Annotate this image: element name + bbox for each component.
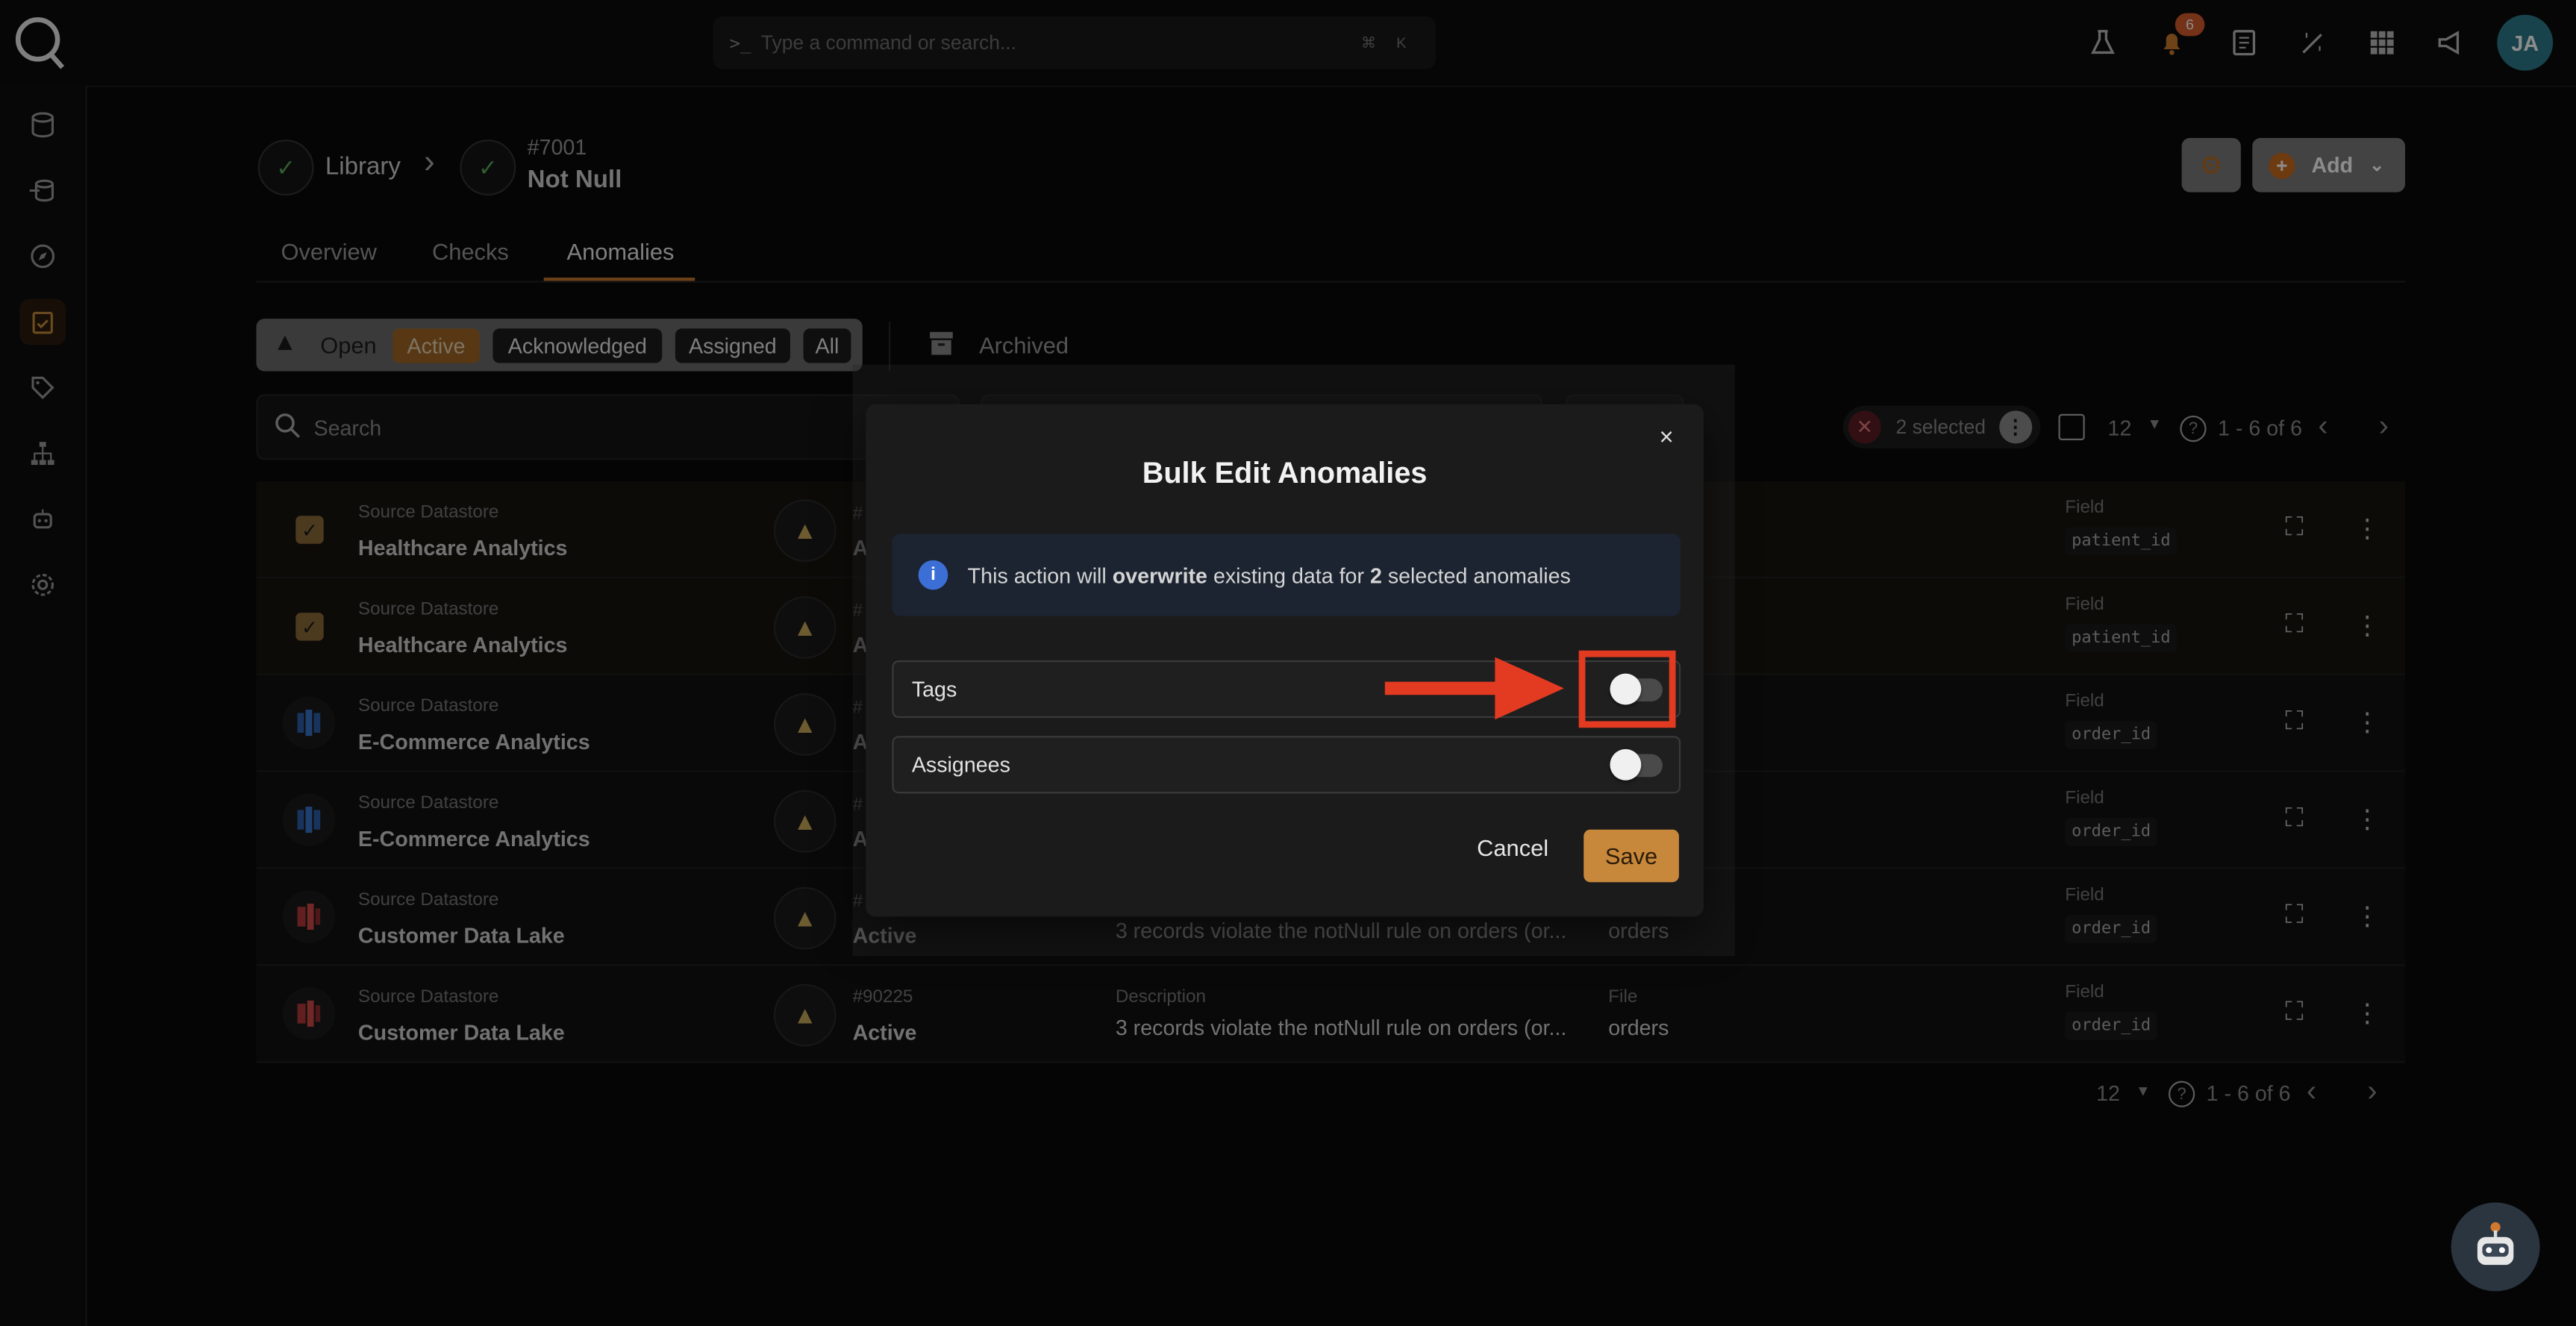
cancel-button[interactable]: Cancel	[1477, 834, 1548, 860]
robot-icon	[2477, 1222, 2514, 1266]
dialog-title: Bulk Edit Anomalies	[1142, 457, 1428, 490]
assignees-toggle[interactable]	[1610, 748, 1663, 781]
tags-label: Tags	[911, 677, 957, 702]
bulk-edit-dialog: × Bulk Edit Anomalies i This action will…	[866, 404, 1704, 917]
annotation-highlight-box	[1578, 650, 1676, 728]
assignees-row: Assignees	[892, 736, 1681, 794]
save-button[interactable]: Save	[1584, 829, 1679, 883]
info-banner: i This action will overwrite existing da…	[892, 534, 1681, 616]
annotation-arrow-head	[1495, 657, 1564, 720]
info-icon: i	[918, 560, 948, 590]
info-text: This action will overwrite existing data…	[967, 563, 1571, 588]
close-icon[interactable]: ×	[1660, 424, 1674, 451]
assignees-label: Assignees	[911, 752, 1010, 778]
chatbot-launcher[interactable]	[2451, 1202, 2540, 1292]
